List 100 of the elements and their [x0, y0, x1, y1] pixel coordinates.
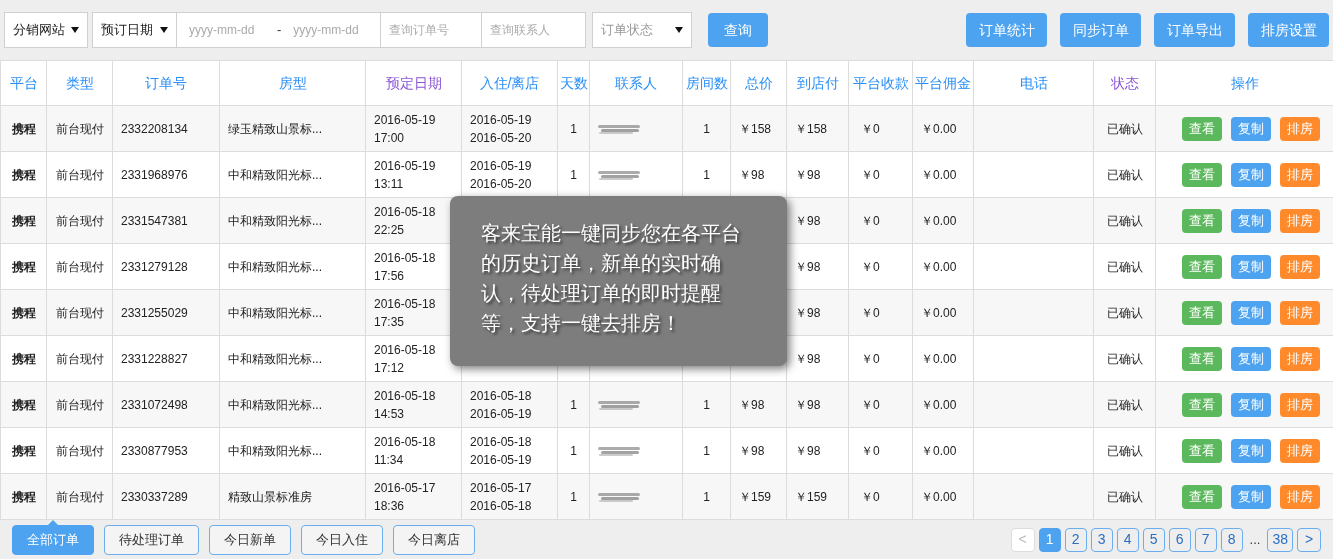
- table-cell: ￥159: [730, 473, 787, 520]
- search-button[interactable]: 查询: [708, 13, 769, 47]
- table-cell: ￥159: [786, 473, 849, 520]
- row-action-button[interactable]: 查看: [1182, 208, 1222, 233]
- column-header: 平台佣金: [912, 60, 974, 106]
- column-header: 平台: [0, 60, 47, 106]
- table-cell: 2016-05-17 2016-05-18: [461, 473, 558, 520]
- row-action-button[interactable]: 排房: [1280, 484, 1320, 509]
- page-button[interactable]: 4: [1116, 527, 1139, 552]
- table-cell: 前台现付: [46, 427, 113, 474]
- row-action-button[interactable]: 复制: [1231, 162, 1271, 187]
- row-action-button[interactable]: 查看: [1182, 300, 1222, 325]
- table-cell: ￥0: [848, 427, 913, 474]
- order-tab[interactable]: 今日离店: [393, 524, 475, 555]
- page-button[interactable]: 7: [1194, 527, 1217, 552]
- row-action-button[interactable]: 排房: [1280, 438, 1320, 463]
- order-tab[interactable]: 待处理订单: [104, 524, 199, 555]
- row-action-button[interactable]: 排房: [1280, 162, 1320, 187]
- table-cell: 2016-05-17 18:36: [365, 473, 462, 520]
- table-cell: ￥0: [848, 289, 913, 336]
- table-cell: 2330877953: [112, 427, 220, 474]
- table-cell: 携程: [0, 289, 47, 336]
- table-cell: 1: [557, 105, 590, 152]
- row-action-button[interactable]: 排房: [1280, 116, 1320, 141]
- table-cell: 1: [557, 381, 590, 428]
- toolbar-button[interactable]: 同步订单: [1060, 13, 1141, 47]
- row-action-button[interactable]: 复制: [1231, 392, 1271, 417]
- table-cell: 已确认: [1093, 427, 1156, 474]
- row-action-button[interactable]: 排房: [1280, 208, 1320, 233]
- table-cell: ￥98: [730, 381, 787, 428]
- table-cell: 前台现付: [46, 197, 113, 244]
- table-cell: 2016-05-19 13:11: [365, 151, 462, 198]
- table-cell: 2331279128: [112, 243, 220, 290]
- toolbar-button[interactable]: 订单导出: [1154, 13, 1235, 47]
- table-cell: 已确认: [1093, 381, 1156, 428]
- page-button[interactable]: 38: [1267, 527, 1293, 552]
- table-cell: 携程: [0, 381, 47, 428]
- toolbar-button[interactable]: 订单统计: [966, 13, 1047, 47]
- table-cell: 已确认: [1093, 197, 1156, 244]
- column-header: 订单号: [112, 60, 220, 106]
- table-cell: 前台现付: [46, 335, 113, 382]
- table-cell: ￥0.00: [912, 197, 974, 244]
- site-select[interactable]: 分销网站: [4, 12, 88, 48]
- table-cell: ￥0: [848, 381, 913, 428]
- page-button[interactable]: 6: [1168, 527, 1191, 552]
- table-cell: 2016-05-18 2016-05-19: [461, 381, 558, 428]
- row-action-button[interactable]: 排房: [1280, 254, 1320, 279]
- page-button[interactable]: 5: [1142, 527, 1165, 552]
- table-cell: 精致山景标准房: [219, 473, 366, 520]
- table-cell: ￥0: [848, 335, 913, 382]
- table-cell: 1: [682, 105, 731, 152]
- row-action-button[interactable]: 查看: [1182, 392, 1222, 417]
- table-cell: 前台现付: [46, 243, 113, 290]
- table-cell: 已确认: [1093, 289, 1156, 336]
- tooltip-text: 客来宝能一键同步您在各平台的历史订单，新单的实时确认，待处理订单的即时提醒等，支持一键去排房！: [480, 221, 742, 336]
- table-cell: ￥0.00: [912, 105, 974, 152]
- table-cell: 2331547381: [112, 197, 220, 244]
- table-cell: 已确认: [1093, 243, 1156, 290]
- row-action-button[interactable]: 查看: [1182, 438, 1222, 463]
- row-action-button[interactable]: 排房: [1280, 392, 1320, 417]
- page-button[interactable]: 2: [1064, 527, 1087, 552]
- table-cell: 前台现付: [46, 473, 113, 520]
- row-action-button[interactable]: 复制: [1231, 438, 1271, 463]
- page-button[interactable]: 3: [1090, 527, 1113, 552]
- row-action-button[interactable]: 查看: [1182, 346, 1222, 371]
- order-tab[interactable]: 今日入住: [301, 524, 383, 555]
- row-action-button[interactable]: 复制: [1231, 484, 1271, 509]
- row-action-button[interactable]: 复制: [1231, 254, 1271, 279]
- table-cell: 中和精致阳光标...: [219, 151, 366, 198]
- row-action-button[interactable]: 排房: [1280, 300, 1320, 325]
- column-header: 联系人: [589, 60, 683, 106]
- table-cell: 2331228827: [112, 335, 220, 382]
- row-action-button[interactable]: 查看: [1182, 484, 1222, 509]
- table-cell: 2016-05-18 2016-05-19: [461, 427, 558, 474]
- row-action-button[interactable]: 查看: [1182, 162, 1222, 187]
- row-action-button[interactable]: 排房: [1280, 346, 1320, 371]
- table-cell: 中和精致阳光标...: [219, 381, 366, 428]
- row-action-button[interactable]: 复制: [1231, 346, 1271, 371]
- row-action-button[interactable]: 查看: [1182, 254, 1222, 279]
- row-action-button[interactable]: 复制: [1231, 116, 1271, 141]
- table-cell: 2330337289: [112, 473, 220, 520]
- row-action-button[interactable]: 复制: [1231, 208, 1271, 233]
- table-cell: 1: [557, 427, 590, 474]
- table-cell: 2331968976: [112, 151, 220, 198]
- page-button[interactable]: 8: [1220, 527, 1243, 552]
- table-cell: ￥0.00: [912, 289, 974, 336]
- status-select[interactable]: 订单状态: [592, 12, 693, 48]
- row-action-button[interactable]: 查看: [1182, 116, 1222, 141]
- table-cell: 1: [682, 473, 731, 520]
- column-header: 操作: [1155, 60, 1333, 106]
- order-tab[interactable]: 今日新单: [209, 524, 291, 555]
- row-action-button[interactable]: 复制: [1231, 300, 1271, 325]
- table-cell: ￥0: [848, 105, 913, 152]
- table-cell: 携程: [0, 335, 47, 382]
- column-header: 入住/离店: [461, 60, 558, 106]
- toolbar-button[interactable]: 排房设置: [1248, 13, 1329, 47]
- next-page-button[interactable]: >: [1297, 527, 1321, 552]
- table-cell: 2331255029: [112, 289, 220, 336]
- page-button[interactable]: 1: [1038, 527, 1061, 552]
- table-cell: 已确认: [1093, 105, 1156, 152]
